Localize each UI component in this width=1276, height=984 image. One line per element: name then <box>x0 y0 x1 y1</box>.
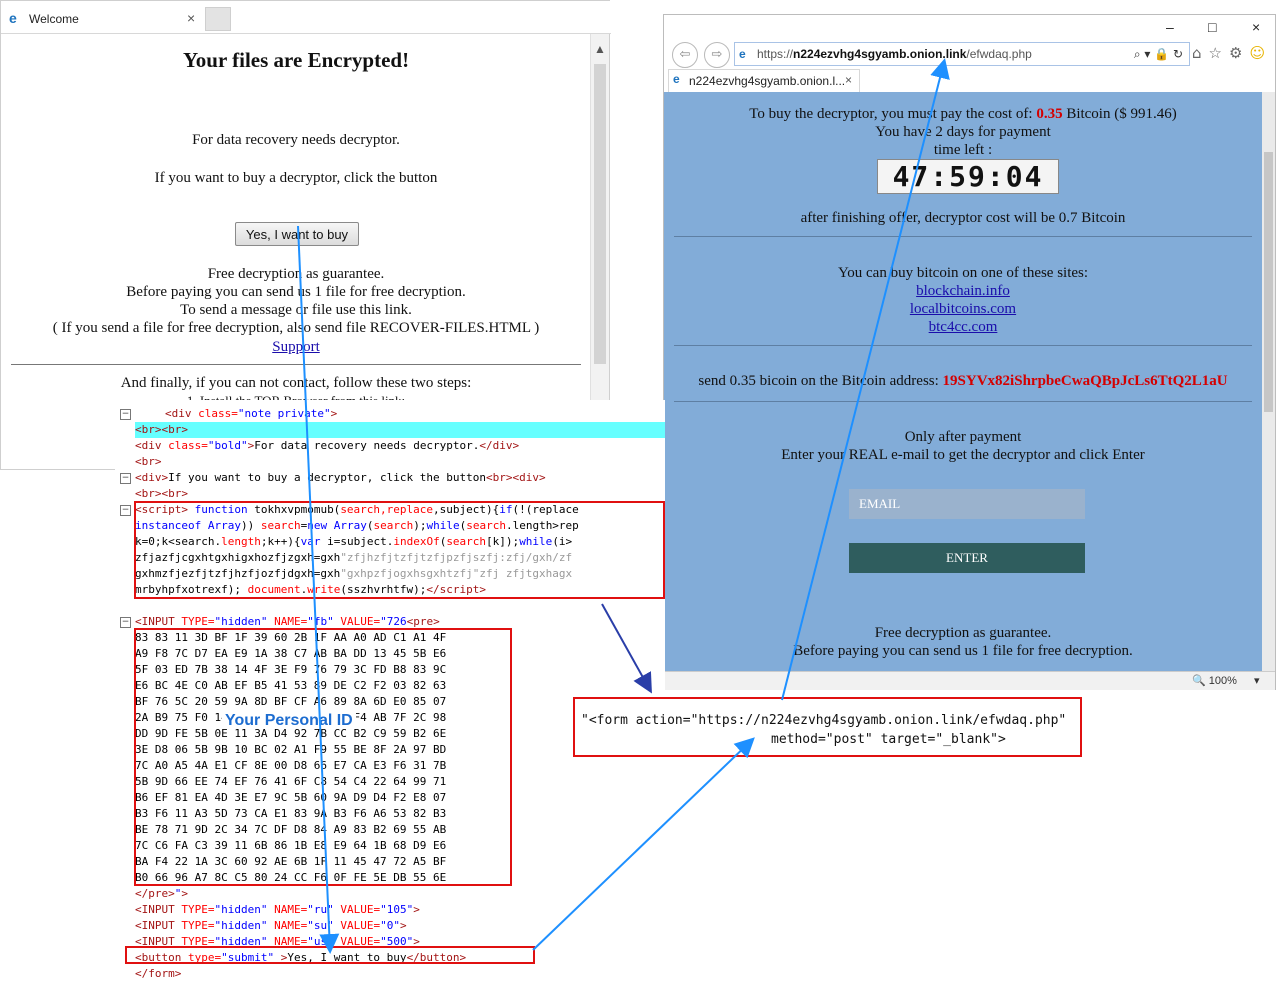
guarantee-line: Before paying you can send us 1 file for… <box>126 284 466 300</box>
feedback-icon[interactable]: ☺ <box>1249 44 1265 62</box>
address-tools[interactable]: ⌕ ▾ 🔒 ↻ <box>1134 43 1183 65</box>
new-tab-button[interactable] <box>205 7 231 31</box>
page-title: Your files are Encrypted! <box>182 48 410 72</box>
form-action-snippet: "<form action="https://n224ezvhg4sgyamb.… <box>573 697 1082 757</box>
divider <box>674 236 1252 237</box>
tab-welcome[interactable]: e Welcome × <box>5 7 201 31</box>
gear-icon[interactable]: ⚙ <box>1229 44 1242 62</box>
site-link[interactable]: btc4cc.com <box>929 319 998 335</box>
code-line: </pre>"> <box>135 887 188 900</box>
highlighted-line <box>135 422 665 438</box>
fold-icon[interactable]: − <box>120 617 131 628</box>
countdown-timer: 47:59:04 <box>877 159 1059 194</box>
favorites-icon[interactable]: ☆ <box>1209 44 1222 62</box>
close-tab-icon[interactable]: × <box>845 73 852 87</box>
fold-icon[interactable]: − <box>120 505 131 516</box>
status-bar: 🔍 100% ▾ <box>664 671 1275 690</box>
address-bar[interactable]: e https://n224ezvhg4sgyamb.onion.link/ef… <box>734 42 1190 66</box>
scroll-up-icon[interactable]: ▲ <box>594 42 606 57</box>
enter-button[interactable]: ENTER <box>849 543 1085 573</box>
before-paying-text: Before paying you can send us 1 file for… <box>793 643 1133 659</box>
bitcoin-address: 19SYVx82iShrpbeCwaQBpJcLs6TtQ2L1aU <box>942 373 1228 389</box>
tab-title: Welcome <box>29 12 79 26</box>
form-snippet-line: "<form action="https://n224ezvhg4sgyamb.… <box>581 713 1067 728</box>
ie-icon: e <box>739 47 746 61</box>
tab-bar: e Welcome × <box>1 1 611 34</box>
scrollbar-thumb[interactable] <box>1264 152 1273 412</box>
recovery-text: For data recovery needs decryptor. <box>192 132 400 148</box>
url-text: https://n224ezvhg4sgyamb.onion.link/efwd… <box>757 47 1032 61</box>
submit-highlight-box <box>125 946 535 964</box>
divider <box>674 401 1252 402</box>
guarantee-line: Free decryption as guarantee. <box>207 266 385 282</box>
site-link[interactable]: localbitcoins.com <box>910 301 1016 317</box>
title-bar: – □ × <box>664 15 1275 39</box>
time-left-label: time left : <box>933 142 993 158</box>
vertical-scrollbar[interactable] <box>1262 92 1275 672</box>
ie-icon: e <box>673 72 680 86</box>
script-highlight-box <box>134 501 665 599</box>
price-increase-text: after finishing offer, decryptor cost wi… <box>800 210 1126 226</box>
bitcoin-address-line: send 0.35 bicoin on the Bitcoin address:… <box>698 373 1228 389</box>
divider <box>674 345 1252 346</box>
source-code-view: − <div class="note private"> <br><br> <d… <box>115 400 665 984</box>
payment-browser-window: – □ × ⇦ ⇨ e https://n224ezvhg4sgyamb.oni… <box>663 14 1276 690</box>
personal-id-label: Your Personal ID <box>222 713 356 729</box>
code-line: <div class="note private"> <box>165 407 338 420</box>
code-line: <br><br> <box>135 423 188 436</box>
guarantee-line: To send a message or file use this link. <box>180 302 412 318</box>
close-window-icon[interactable]: × <box>1252 19 1260 35</box>
email-instruction: Enter your REAL e-mail to get the decryp… <box>781 447 1145 463</box>
code-line: <br> <box>135 455 162 468</box>
days-text: You have 2 days for payment <box>875 124 1051 140</box>
code-line: <br><br> <box>135 487 188 500</box>
only-after-text: Only after payment <box>904 429 1022 445</box>
free-decryption-text: Free decryption as guarantee. <box>874 625 1052 641</box>
fold-icon[interactable]: − <box>120 409 131 420</box>
scrollbar-thumb[interactable] <box>594 64 606 364</box>
close-tab-icon[interactable]: × <box>187 10 195 26</box>
buy-sites-label: You can buy bitcoin on one of these site… <box>837 265 1089 281</box>
fold-icon[interactable]: − <box>120 473 131 484</box>
buy-button[interactable]: Yes, I want to buy <box>235 222 359 246</box>
final-steps-text: And finally, if you can not contact, fol… <box>120 375 472 391</box>
ie-icon: e <box>9 10 17 26</box>
payment-page: To buy the decryptor, you must pay the c… <box>664 92 1262 672</box>
navigation-bar: ⇦ ⇨ e https://n224ezvhg4sgyamb.onion.lin… <box>664 39 1275 69</box>
email-field[interactable] <box>849 489 1085 519</box>
home-icon[interactable]: ⌂ <box>1192 44 1202 62</box>
zoom-level[interactable]: 🔍 100% <box>1192 674 1237 687</box>
form-snippet-line: method="post" target="_blank"> <box>771 732 1006 747</box>
code-line: <div class="bold">For data recovery need… <box>135 439 520 452</box>
code-line: <INPUT TYPE="hidden" NAME="ru" VALUE="10… <box>135 903 420 916</box>
back-icon[interactable]: ⇦ <box>672 42 698 68</box>
code-line: </form> <box>135 967 182 980</box>
personal-id-highlight-box <box>134 628 512 886</box>
code-line: <div>If you want to buy a decryptor, cli… <box>135 471 546 484</box>
guarantee-line: ( If you send a file for free decryption… <box>52 320 540 336</box>
support-link[interactable]: Support <box>272 339 320 355</box>
buy-instruction: If you want to buy a decryptor, click th… <box>154 170 438 186</box>
tab-onion-page[interactable]: e n224ezvhg4sgyamb.onion.l... × <box>668 69 860 92</box>
forward-icon[interactable]: ⇨ <box>704 42 730 68</box>
site-link[interactable]: blockchain.info <box>916 283 1010 299</box>
zoom-dropdown-icon[interactable]: ▾ <box>1254 674 1260 687</box>
toolbar-icons: ⌂ ☆ ⚙ ☺ <box>1192 44 1272 62</box>
minimize-icon[interactable]: – <box>1166 19 1174 35</box>
tab-title: n224ezvhg4sgyamb.onion.l... <box>689 74 846 88</box>
maximize-icon[interactable]: □ <box>1208 19 1216 35</box>
code-line: <INPUT TYPE="hidden" NAME="su" VALUE="0"… <box>135 919 407 932</box>
divider <box>11 364 581 365</box>
price-text: To buy the decryptor, you must pay the c… <box>749 106 1177 122</box>
